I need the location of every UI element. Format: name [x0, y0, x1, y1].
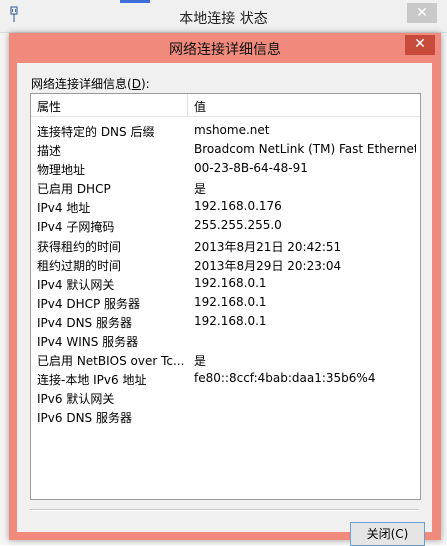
value-cell: mshome.net: [194, 123, 270, 137]
property-cell: 连接-本地 IPv6 地址: [37, 373, 147, 388]
list-item[interactable]: IPv6 默认网关: [31, 388, 420, 407]
column-header-property[interactable]: 属性: [37, 98, 61, 115]
list-item[interactable]: 获得租约的时间 2013年8月21日 20:42:51: [31, 236, 420, 255]
property-cell: IPv4 DHCP 服务器: [37, 296, 141, 311]
property-cell: IPv4 WINS 服务器: [37, 335, 139, 350]
value-cell: 是: [194, 182, 207, 197]
list-item[interactable]: IPv4 DNS 服务器 192.168.0.1: [31, 312, 420, 331]
listview-header: 属性 值: [31, 94, 420, 117]
dialog-title: 网络连接详细信息: [169, 42, 281, 58]
taskbar-accent: [120, 0, 150, 3]
value-cell: 是: [194, 354, 207, 369]
listview-rows: 连接特定的 DNS 后缀 mshome.net 描述 Broadcom NetLink…: [31, 121, 420, 427]
list-item[interactable]: IPv4 默认网关 192.168.0.1: [31, 274, 420, 293]
value-cell: 255.255.255.0: [194, 218, 282, 233]
list-item[interactable]: 物理地址 00-23-8B-64-48-91: [31, 159, 420, 178]
divider: [30, 509, 419, 511]
property-cell: 描述: [37, 144, 62, 159]
value-cell: 2013年8月21日 20:42:51: [194, 239, 342, 254]
value-cell: 192.168.0.1: [194, 294, 267, 309]
list-item[interactable]: 已启用 NetBIOS over Tc... 是: [31, 350, 420, 369]
value-cell: 00-23-8B-64-48-91: [194, 161, 308, 176]
property-cell: 已启用 DHCP: [37, 182, 111, 197]
list-item[interactable]: 连接特定的 DNS 后缀 mshome.net: [31, 121, 420, 140]
property-cell: 获得租约的时间: [37, 239, 122, 254]
value-cell: Broadcom NetLink (TM) Fast Ethernet: [194, 142, 416, 157]
value-cell: 2013年8月29日 20:23:04: [194, 258, 342, 273]
close-button[interactable]: 关闭(C): [350, 522, 425, 546]
list-item[interactable]: IPv6 DNS 服务器: [31, 407, 420, 426]
network-details-dialog: 网络连接详细信息 ✕ 网络连接详细信息(D): 属性 值 连接特定的 DNS 后…: [9, 33, 441, 546]
property-cell: IPv4 DNS 服务器: [37, 315, 132, 330]
list-item[interactable]: IPv4 子网掩码 255.255.255.0: [31, 216, 420, 235]
property-cell: 连接特定的 DNS 后缀: [37, 125, 155, 139]
dialog-titlebar: 网络连接详细信息 ✕: [9, 33, 441, 63]
property-cell: IPv4 地址: [37, 201, 91, 216]
list-item[interactable]: 连接-本地 IPv6 地址 fe80::8ccf:4bab:daa1:35b6%4: [31, 369, 420, 388]
property-cell: IPv6 默认网关: [37, 392, 115, 407]
property-cell: 已启用 NetBIOS over Tc...: [37, 354, 185, 369]
value-cell: 192.168.0.1: [194, 313, 267, 328]
column-header-value[interactable]: 值: [194, 98, 206, 115]
parent-window-title: 本地连接 状态: [179, 11, 268, 27]
parent-close-button[interactable]: ✕: [407, 3, 437, 23]
value-cell: 192.168.0.176: [194, 199, 282, 214]
property-cell: 物理地址: [37, 163, 86, 178]
property-cell: IPv6 DNS 服务器: [37, 411, 132, 426]
details-listview[interactable]: 属性 值 连接特定的 DNS 后缀 mshome.net 描述 Broadcom Ne…: [30, 93, 421, 500]
list-item[interactable]: IPv4 地址 192.168.0.176: [31, 197, 420, 216]
list-item[interactable]: IPv4 DHCP 服务器 192.168.0.1: [31, 293, 420, 312]
value-cell: fe80::8ccf:4bab:daa1:35b6%4: [194, 371, 376, 386]
property-cell: IPv4 默认网关: [37, 277, 115, 292]
details-label: 网络连接详细信息(D):: [31, 77, 150, 91]
dialog-client-area: 网络连接详细信息(D): 属性 值 连接特定的 DNS 后缀 mshome.net…: [17, 63, 432, 546]
dialog-close-button[interactable]: ✕: [405, 35, 435, 55]
value-cell: 192.168.0.1: [194, 275, 267, 290]
list-item[interactable]: 已启用 DHCP 是: [31, 178, 420, 197]
property-cell: IPv4 子网掩码: [37, 220, 115, 235]
list-item[interactable]: 描述 Broadcom NetLink (TM) Fast Ethernet: [31, 140, 420, 159]
list-item[interactable]: IPv4 WINS 服务器: [31, 331, 420, 350]
list-item[interactable]: 租约过期的时间 2013年8月29日 20:23:04: [31, 255, 420, 274]
property-cell: 租约过期的时间: [37, 258, 122, 273]
parent-titlebar: 本地连接 状态 ✕: [0, 0, 447, 33]
column-separator[interactable]: [187, 94, 188, 116]
